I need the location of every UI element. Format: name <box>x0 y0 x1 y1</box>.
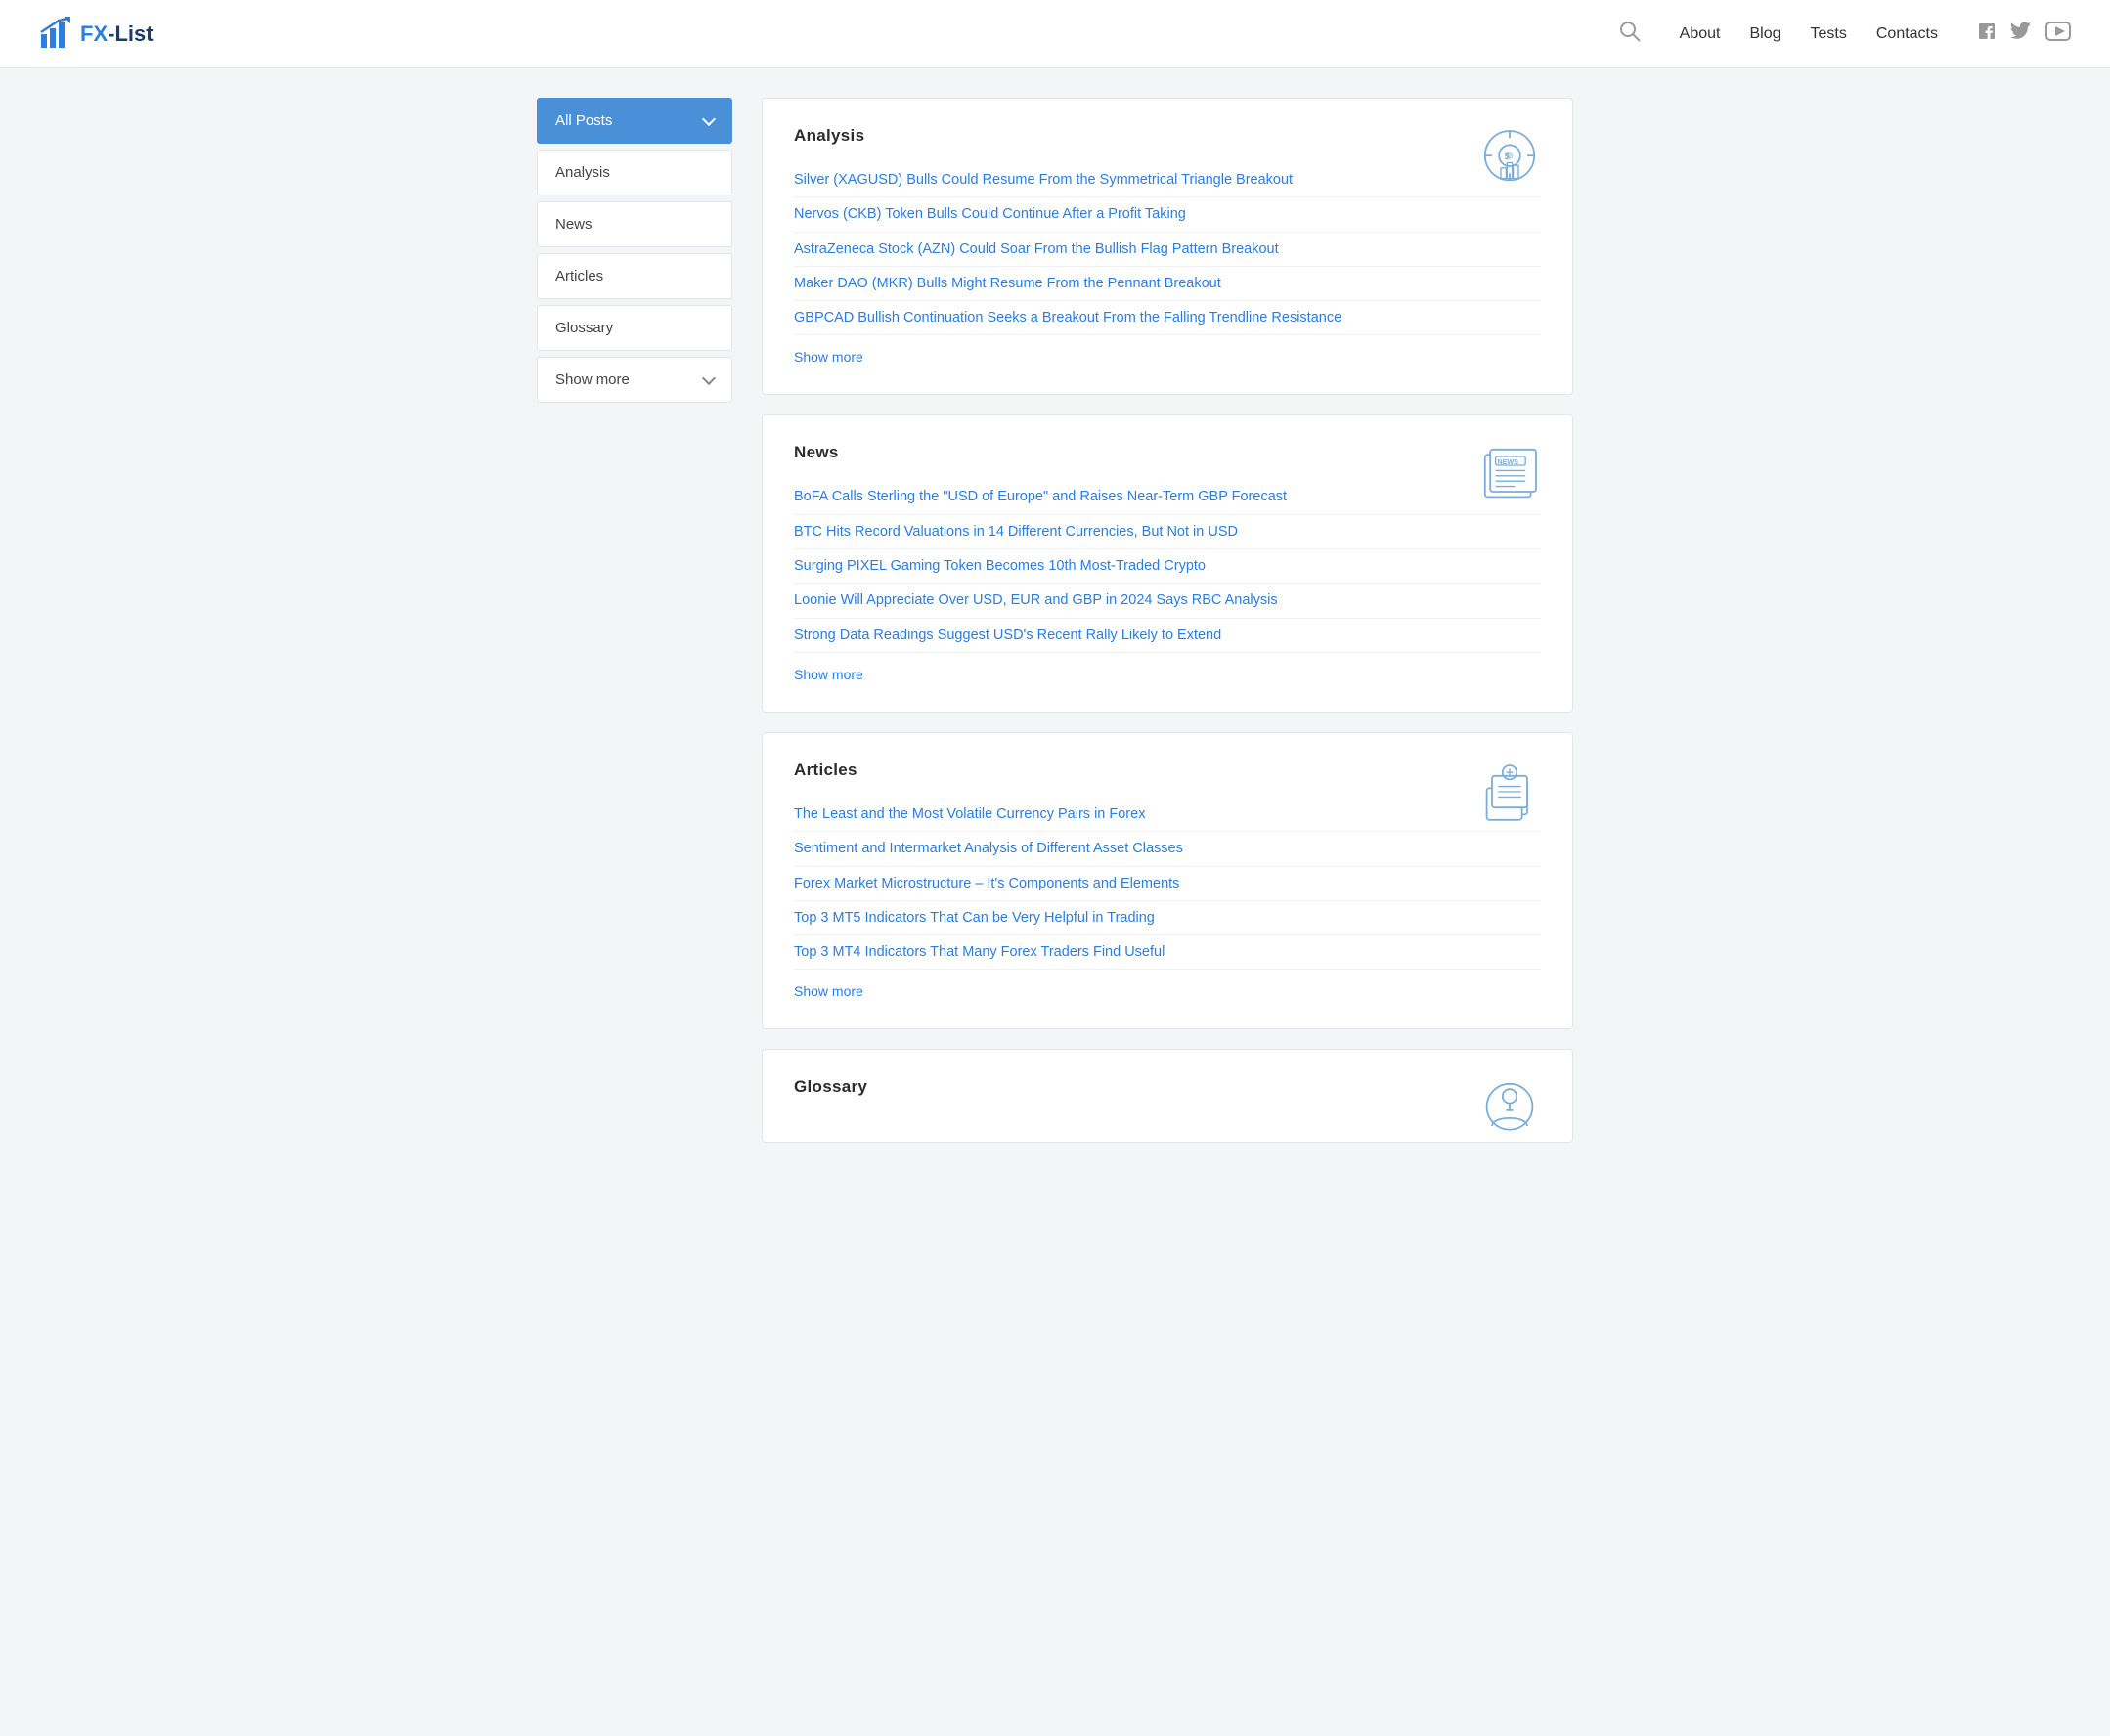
article-link[interactable]: Forex Market Microstructure – It's Compo… <box>794 867 1541 901</box>
article-link[interactable]: GBPCAD Bullish Continuation Seeks a Brea… <box>794 301 1541 335</box>
article-link[interactable]: Top 3 MT4 Indicators That Many Forex Tra… <box>794 935 1541 970</box>
article-link[interactable]: Strong Data Readings Suggest USD's Recen… <box>794 619 1541 653</box>
news-icon: NEWS <box>1474 439 1545 509</box>
glossary-section: Glossary <box>762 1049 1573 1143</box>
sidebar-item-show-more[interactable]: Show more <box>537 357 732 403</box>
analysis-icon: $ <box>1474 122 1545 193</box>
article-link[interactable]: Sentiment and Intermarket Analysis of Di… <box>794 832 1541 866</box>
logo[interactable]: FX-List <box>39 17 154 52</box>
news-show-more[interactable]: Show more <box>794 667 863 682</box>
nav-about[interactable]: About <box>1680 25 1721 43</box>
articles-title: Articles <box>794 760 1541 780</box>
glossary-title: Glossary <box>794 1077 1541 1097</box>
analysis-title: Analysis <box>794 126 1541 146</box>
main-nav: About Blog Tests Contacts <box>1680 25 1938 43</box>
sidebar-item-analysis[interactable]: Analysis <box>537 150 732 195</box>
news-title: News <box>794 443 1541 462</box>
sidebar-item-all-posts[interactable]: All Posts <box>537 98 732 144</box>
logo-text: FX-List <box>80 22 154 47</box>
analysis-section: Analysis $ Silver (XAGUSD) Bulls Could R… <box>762 98 1573 395</box>
articles-show-more[interactable]: Show more <box>794 983 863 999</box>
search-icon <box>1619 21 1641 42</box>
main-container: All Posts Analysis News Articles Glossar… <box>517 68 1593 1192</box>
content-area: Analysis $ Silver (XAGUSD) Bulls Could R… <box>762 98 1573 1162</box>
article-link[interactable]: AstraZeneca Stock (AZN) Could Soar From … <box>794 233 1541 267</box>
facebook-icon[interactable] <box>1977 22 1997 46</box>
nav-contacts[interactable]: Contacts <box>1876 25 1938 43</box>
article-link[interactable]: BTC Hits Record Valuations in 14 Differe… <box>794 515 1541 549</box>
analysis-show-more[interactable]: Show more <box>794 349 863 365</box>
sidebar-item-news[interactable]: News <box>537 201 732 247</box>
nav-tests[interactable]: Tests <box>1811 25 1847 43</box>
logo-icon <box>39 17 74 52</box>
search-button[interactable] <box>1619 21 1641 47</box>
article-link[interactable]: Loonie Will Appreciate Over USD, EUR and… <box>794 584 1541 618</box>
sidebar: All Posts Analysis News Articles Glossar… <box>537 98 732 409</box>
article-link[interactable]: BoFA Calls Sterling the "USD of Europe" … <box>794 480 1541 514</box>
header: FX-List About Blog Tests Contacts <box>0 0 2110 68</box>
articles-section: Articles The Least and the Most Volatile… <box>762 732 1573 1029</box>
nav-blog[interactable]: Blog <box>1749 25 1780 43</box>
svg-text:$: $ <box>1505 152 1510 161</box>
youtube-icon[interactable] <box>2045 22 2071 46</box>
article-link[interactable]: Silver (XAGUSD) Bulls Could Resume From … <box>794 163 1541 197</box>
sidebar-item-articles[interactable]: Articles <box>537 253 732 299</box>
chevron-down-icon <box>702 370 716 384</box>
articles-icon <box>1474 757 1545 827</box>
social-icons <box>1977 22 2071 46</box>
article-link[interactable]: Maker DAO (MKR) Bulls Might Resume From … <box>794 267 1541 301</box>
twitter-icon[interactable] <box>2010 22 2032 46</box>
svg-text:NEWS: NEWS <box>1497 458 1518 467</box>
chevron-down-icon <box>702 111 716 125</box>
article-link[interactable]: Surging PIXEL Gaming Token Becomes 10th … <box>794 549 1541 584</box>
sidebar-item-glossary[interactable]: Glossary <box>537 305 732 351</box>
article-link[interactable]: The Least and the Most Volatile Currency… <box>794 798 1541 832</box>
article-link[interactable]: Nervos (CKB) Token Bulls Could Continue … <box>794 197 1541 232</box>
article-link[interactable]: Top 3 MT5 Indicators That Can be Very He… <box>794 901 1541 935</box>
news-section: News NEWS BoFA Calls Sterling the "USD o… <box>762 414 1573 712</box>
glossary-icon <box>1474 1073 1545 1144</box>
